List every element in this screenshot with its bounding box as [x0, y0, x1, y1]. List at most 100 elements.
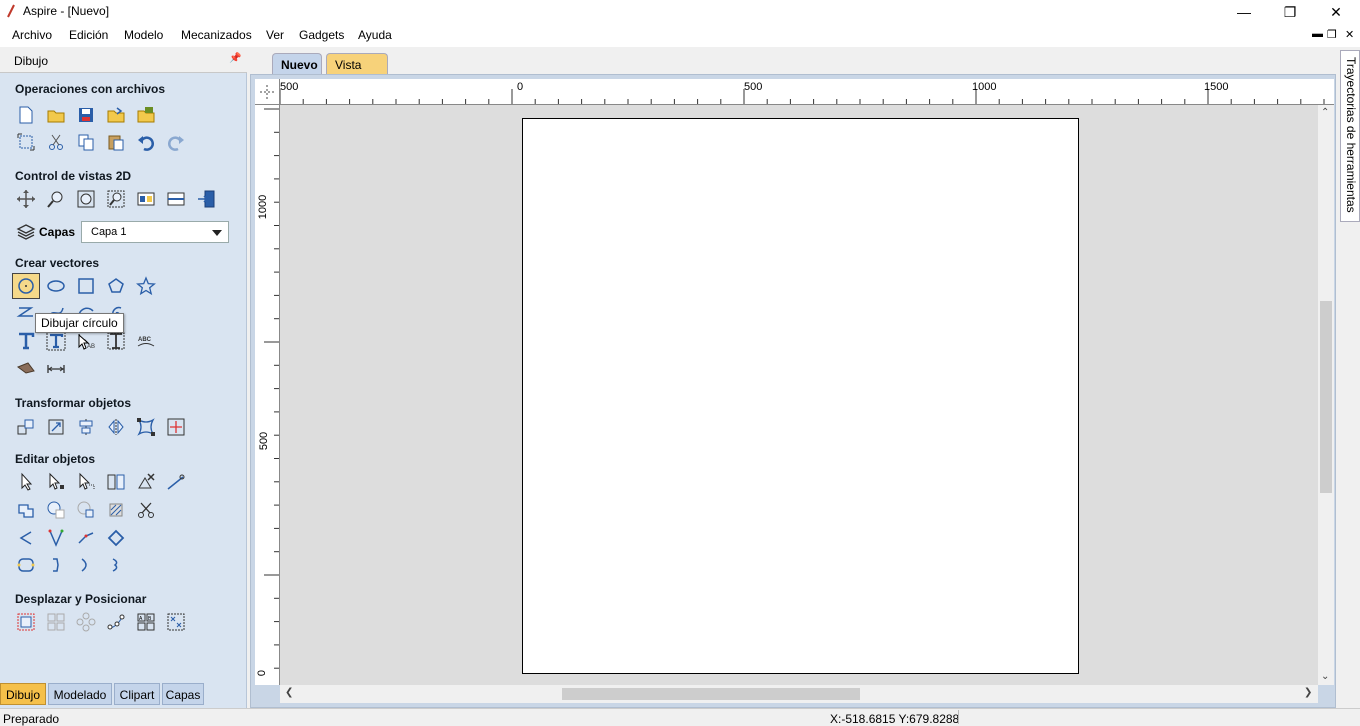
- delete-node-icon[interactable]: [135, 471, 157, 493]
- menu-ver[interactable]: Ver: [266, 28, 284, 42]
- select-icon[interactable]: [15, 471, 37, 493]
- undo-icon[interactable]: [135, 131, 157, 153]
- smart-bevel-icon[interactable]: [45, 527, 67, 549]
- draw-circle-icon[interactable]: [12, 273, 40, 299]
- auto-layout-text-icon[interactable]: [105, 330, 127, 352]
- draw-star-icon[interactable]: [135, 275, 157, 297]
- distort-icon[interactable]: [135, 416, 157, 438]
- copy-along-vector-icon[interactable]: [105, 611, 127, 633]
- layers-row: Capas Capa 1: [15, 221, 235, 243]
- draw-ellipse-icon[interactable]: [45, 275, 67, 297]
- close-vector-icon[interactable]: [105, 527, 127, 549]
- drawing-area[interactable]: [280, 105, 1318, 685]
- zoom-selection-icon[interactable]: [105, 188, 127, 210]
- import-file-icon[interactable]: [105, 104, 127, 126]
- draw-rectangle-icon[interactable]: [75, 275, 97, 297]
- draw-polygon-icon[interactable]: [105, 275, 127, 297]
- scroll-up-icon[interactable]: ⌃: [1321, 107, 1329, 118]
- auto-nest-icon[interactable]: [165, 611, 187, 633]
- scissors-trim-icon[interactable]: [135, 499, 157, 521]
- toolpaths-side-tab[interactable]: Trayectorias de herramientas: [1340, 50, 1360, 222]
- paste-icon[interactable]: [105, 131, 127, 153]
- save-file-icon[interactable]: [75, 104, 97, 126]
- tab-capas[interactable]: Capas: [162, 683, 204, 705]
- menu-mecanizados[interactable]: Mecanizados: [181, 28, 252, 42]
- zoom-icon[interactable]: [45, 188, 67, 210]
- h-ruler-label: 1000: [972, 81, 997, 93]
- tab-dibujo[interactable]: Dibujo: [0, 683, 46, 705]
- toolpaths-tab-label: Trayectorias de herramientas: [1344, 57, 1358, 213]
- interactive-trim-icon[interactable]: [105, 471, 127, 493]
- grid-array-icon[interactable]: [45, 611, 67, 633]
- tab-modelado[interactable]: Modelado: [48, 683, 112, 705]
- scroll-right-icon[interactable]: ❯: [1304, 687, 1312, 698]
- zoom-extents-icon[interactable]: [75, 188, 97, 210]
- curve-node-icon[interactable]: [105, 554, 127, 576]
- material-sheet[interactable]: [522, 118, 1079, 674]
- menu-gadgets[interactable]: Gadgets: [299, 28, 344, 42]
- menu-archivo[interactable]: Archivo: [12, 28, 52, 42]
- import-bitmap-icon[interactable]: [135, 104, 157, 126]
- measure-icon[interactable]: [165, 471, 187, 493]
- aspire-app-icon: [7, 4, 15, 18]
- scroll-left-icon[interactable]: ❮: [285, 687, 293, 698]
- subtract-icon[interactable]: [45, 499, 67, 521]
- tab-vista-3d[interactable]: Vista 3D: [326, 53, 388, 86]
- position-bounding-icon[interactable]: [15, 611, 37, 633]
- move-object-icon[interactable]: [15, 416, 37, 438]
- redo-icon[interactable]: [165, 131, 187, 153]
- menu-modelo[interactable]: Modelo: [124, 28, 163, 42]
- fillet-icon[interactable]: [105, 499, 127, 521]
- transform-mode-icon[interactable]: [75, 471, 97, 493]
- node-edit-icon[interactable]: [45, 471, 67, 493]
- mdi-close-button[interactable]: ✕: [1345, 28, 1354, 41]
- horizontal-scrollbar[interactable]: ❮ ❯: [280, 685, 1318, 703]
- offset-icon[interactable]: [15, 527, 37, 549]
- curve-right-icon[interactable]: [75, 554, 97, 576]
- menu-edicion[interactable]: Edición: [69, 28, 108, 42]
- close-button[interactable]: ✕: [1313, 0, 1359, 24]
- intersect-icon[interactable]: [75, 499, 97, 521]
- draw-polyline-icon[interactable]: [15, 302, 37, 324]
- job-size-icon[interactable]: [15, 131, 37, 153]
- view-layout-icon[interactable]: [165, 188, 187, 210]
- join-vectors-icon[interactable]: [75, 527, 97, 549]
- set-size-icon[interactable]: [45, 416, 67, 438]
- weld-icon[interactable]: [15, 499, 37, 521]
- nest-parts-icon[interactable]: [15, 554, 37, 576]
- vertical-scroll-thumb[interactable]: [1320, 301, 1332, 493]
- menu-ayuda[interactable]: Ayuda: [358, 28, 392, 42]
- mdi-minimize-button[interactable]: ▬: [1312, 28, 1323, 40]
- tab-clipart[interactable]: Clipart: [114, 683, 160, 705]
- mdi-restore-button[interactable]: ❐: [1327, 28, 1337, 41]
- align-objects-icon[interactable]: [75, 416, 97, 438]
- tab-nuevo[interactable]: Nuevo: [272, 53, 322, 74]
- center-object-icon[interactable]: [165, 416, 187, 438]
- fit-curves-icon[interactable]: [15, 358, 37, 380]
- section-vectors: Crear vectores: [15, 256, 100, 270]
- draw-text-icon[interactable]: [15, 330, 37, 352]
- restore-button[interactable]: ❐: [1267, 0, 1313, 24]
- chevron-down-icon: [212, 230, 222, 236]
- minimize-button[interactable]: —: [1221, 0, 1267, 24]
- pin-icon[interactable]: 📌: [229, 53, 241, 64]
- dimensions-icon[interactable]: [45, 358, 67, 380]
- pan-icon[interactable]: [15, 188, 37, 210]
- view-material-icon[interactable]: [135, 188, 157, 210]
- copy-icon[interactable]: [75, 131, 97, 153]
- open-file-icon[interactable]: [45, 104, 67, 126]
- ruler-corner[interactable]: [255, 79, 280, 105]
- new-file-icon[interactable]: [15, 104, 37, 126]
- scroll-down-icon[interactable]: ⌄: [1321, 671, 1329, 682]
- mirror-icon[interactable]: [105, 416, 127, 438]
- circular-array-icon[interactable]: [75, 611, 97, 633]
- arc-text-icon[interactable]: ABC: [135, 330, 157, 352]
- cut-icon[interactable]: [45, 131, 67, 153]
- nesting-icon[interactable]: AB: [135, 611, 157, 633]
- bracket-right-icon[interactable]: [45, 554, 67, 576]
- view-toggle-icon[interactable]: [195, 188, 217, 210]
- horizontal-scroll-thumb[interactable]: [562, 688, 860, 700]
- draw-text-box-icon[interactable]: [45, 330, 67, 352]
- vertical-scrollbar[interactable]: ⌃ ⌄: [1318, 105, 1334, 685]
- layers-select[interactable]: Capa 1: [81, 221, 229, 243]
